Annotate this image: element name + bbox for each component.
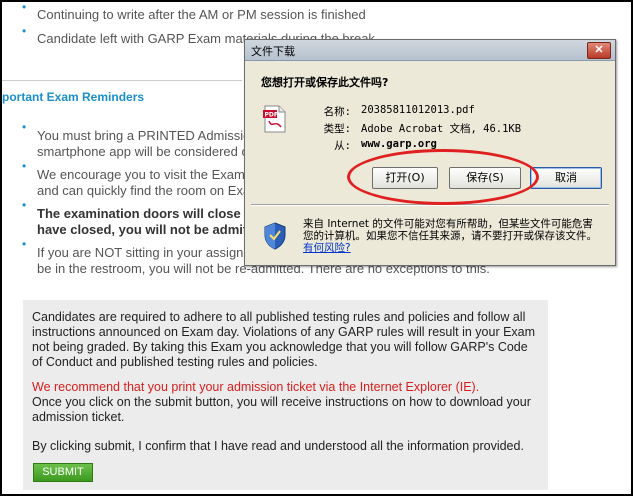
submit-instructions: Once you click on the submit button, you… [32,395,531,424]
dialog-title: 文件下载 [251,45,295,58]
confirmation-text: By clicking submit, I confirm that I hav… [32,439,524,453]
name-label: 名称: [323,106,351,118]
dialog-question: 您想打开或保存此文件吗? [261,76,389,89]
session-rule-text: Continuing to write after the AM or PM s… [37,7,366,22]
cancel-button[interactable]: 取消 [530,167,602,189]
reminder-1-line-2: smartphone app will be considered or a [37,144,264,159]
file-source-value: www.garp.org [361,138,437,150]
screenshot-frame: • Continuing to write after the AM or PM… [0,0,633,496]
file-name-value: 20385811012013.pdf [361,104,475,116]
reminder-2-line-1: We encourage you to visit the Exam s [37,167,255,182]
section-heading: portant Exam Reminders [2,90,145,104]
bullet-icon: • [22,0,27,14]
bullet-icon: • [22,237,27,251]
dialog-titlebar[interactable]: 文件下载 ✕ [245,40,615,61]
rules-paragraph: Candidates are required to adhere to all… [32,310,536,369]
bullet-icon: • [22,24,27,38]
security-shield-icon [264,222,286,250]
reminder-3-line-1: The examination doors will close at [37,206,256,221]
highlight-annotation [347,149,539,205]
bullet-icon: • [22,198,27,212]
type-label: 类型: [323,123,351,135]
risk-link[interactable]: 有何风险? [303,242,351,254]
security-warning: 来自 Internet 的文件可能对您有所帮助，但某些文件可能危害您的计算机。如… [303,218,603,254]
section-divider [2,80,242,81]
close-icon[interactable]: ✕ [587,42,611,59]
reminder-2-line-2: and can quickly find the room on Exam [37,183,262,198]
reminder-3-line-2: have closed, you will not be admitte [37,222,259,237]
file-type-value: Adobe Acrobat 文档, 46.1KB [361,123,522,135]
bullet-icon: • [22,120,27,134]
reminder-4-line-1: If you are NOT sitting in your assigned [37,245,258,260]
bullet-icon: • [22,159,27,173]
svg-text:PDF: PDF [265,112,278,119]
submit-button[interactable]: SUBMIT [33,463,93,482]
from-label: 从: [334,140,351,152]
ie-recommendation: We recommend that you print your admissi… [32,380,480,394]
reminder-1-line-1: You must bring a PRINTED Admission [37,128,258,143]
warning-message: 来自 Internet 的文件可能对您有所帮助，但某些文件可能危害您的计算机。如… [303,218,597,242]
pdf-file-icon: PDF [263,105,286,133]
